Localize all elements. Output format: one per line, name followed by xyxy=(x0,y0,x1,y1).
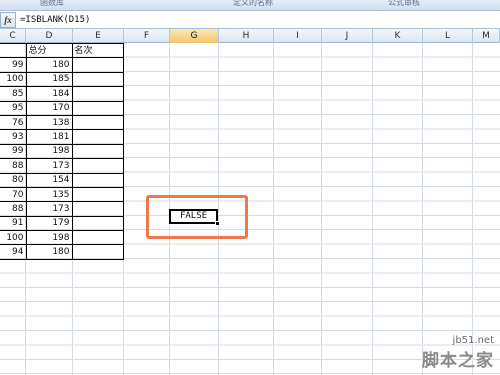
formula-bar: fx =ISBLANK(D15) xyxy=(0,11,500,29)
table-cell[interactable] xyxy=(71,230,124,246)
table-row: 88 173 xyxy=(0,201,124,217)
table-cell[interactable]: 184 xyxy=(25,86,73,102)
table-header-cell[interactable]: 名次 xyxy=(71,42,124,59)
table-row: 93 181 xyxy=(0,129,124,145)
table-row: 70 135 xyxy=(0,186,124,203)
column-header-g[interactable]: G xyxy=(170,29,219,43)
table-row: 94 180 xyxy=(0,244,124,260)
table-cell[interactable]: 88 xyxy=(0,201,27,217)
table-cell[interactable] xyxy=(71,129,124,145)
table-cell[interactable]: 180 xyxy=(25,244,73,260)
table-cell[interactable] xyxy=(71,100,124,116)
column-header-h[interactable]: H xyxy=(219,29,274,43)
table-cell[interactable]: 95 xyxy=(0,100,27,116)
table-cell[interactable] xyxy=(71,57,124,73)
score-table: 总分 名次 99 180 100 185 85 184 95 170 76 138 93 1… xyxy=(0,42,124,260)
table-cell[interactable]: 80 xyxy=(0,172,27,188)
table-row: 80 154 xyxy=(0,172,124,188)
table-cell[interactable]: 170 xyxy=(25,100,73,116)
table-cell[interactable]: 76 xyxy=(0,114,27,131)
table-cell[interactable] xyxy=(71,172,124,188)
insert-function-button[interactable]: fx xyxy=(0,12,16,28)
table-cell[interactable]: 99 xyxy=(0,143,27,160)
table-row: 91 179 xyxy=(0,215,124,232)
table-cell[interactable] xyxy=(71,86,124,102)
table-cell[interactable] xyxy=(71,215,124,232)
table-cell[interactable] xyxy=(71,71,124,88)
ribbon-group-formula-auditing[interactable]: 公式审核 xyxy=(388,0,420,8)
table-cell[interactable]: 198 xyxy=(25,230,73,246)
annotation-highlight-box xyxy=(146,195,248,239)
column-header-row: C D E F G H I J K L M xyxy=(0,29,500,43)
table-header-cell[interactable] xyxy=(0,42,27,59)
watermark-url: jb51.net xyxy=(452,335,494,346)
table-row: 99 198 xyxy=(0,143,124,160)
ribbon-group-function-library[interactable]: 函数库 xyxy=(40,0,64,8)
table-row: 95 170 xyxy=(0,100,124,116)
table-header-row: 总分 名次 xyxy=(0,42,124,59)
table-cell[interactable]: 181 xyxy=(25,129,73,145)
table-cell[interactable]: 198 xyxy=(25,143,73,160)
table-cell[interactable]: 85 xyxy=(0,86,27,102)
table-cell[interactable]: 138 xyxy=(25,114,73,131)
column-header-j[interactable]: J xyxy=(322,29,373,43)
table-cell[interactable]: 173 xyxy=(25,158,73,174)
watermark: jb51.net 脚本之家 xyxy=(422,335,494,371)
ribbon-group-labels: 函数库 定义的名称 公式审核 xyxy=(0,0,500,11)
table-cell[interactable]: 185 xyxy=(25,71,73,88)
table-row: 100 198 xyxy=(0,230,124,246)
ribbon-group-defined-names[interactable]: 定义的名称 xyxy=(233,0,273,8)
table-cell[interactable]: 179 xyxy=(25,215,73,232)
table-cell[interactable] xyxy=(71,158,124,174)
table-row: 99 180 xyxy=(0,57,124,73)
column-header-l[interactable]: L xyxy=(423,29,473,43)
table-cell[interactable]: 94 xyxy=(0,244,27,260)
column-header-f[interactable]: F xyxy=(124,29,170,43)
column-header-i[interactable]: I xyxy=(274,29,322,43)
table-cell[interactable] xyxy=(71,114,124,131)
watermark-brand: 脚本之家 xyxy=(422,351,494,371)
column-header-e[interactable]: E xyxy=(73,29,124,43)
table-cell[interactable]: 93 xyxy=(0,129,27,145)
table-row: 88 173 xyxy=(0,158,124,174)
table-cell[interactable]: 180 xyxy=(25,57,73,73)
table-cell[interactable] xyxy=(71,244,124,260)
table-cell[interactable]: 70 xyxy=(0,186,27,203)
table-row: 85 184 xyxy=(0,86,124,102)
table-row: 100 185 xyxy=(0,71,124,88)
table-cell[interactable]: 91 xyxy=(0,215,27,232)
column-header-c[interactable]: C xyxy=(0,29,26,43)
table-cell[interactable] xyxy=(71,143,124,160)
table-cell[interactable]: 135 xyxy=(25,186,73,203)
column-header-d[interactable]: D xyxy=(26,29,73,43)
table-cell[interactable]: 100 xyxy=(0,71,27,88)
column-header-k[interactable]: K xyxy=(373,29,423,43)
table-header-cell[interactable]: 总分 xyxy=(25,42,73,59)
table-cell[interactable] xyxy=(71,186,124,203)
table-cell[interactable]: 173 xyxy=(25,201,73,217)
column-header-m[interactable]: M xyxy=(473,29,500,43)
table-cell[interactable]: 100 xyxy=(0,230,27,246)
table-cell[interactable]: 99 xyxy=(0,57,27,73)
table-cell[interactable]: 154 xyxy=(25,172,73,188)
formula-input[interactable]: =ISBLANK(D15) xyxy=(19,12,499,28)
table-cell[interactable]: 88 xyxy=(0,158,27,174)
table-row: 76 138 xyxy=(0,114,124,131)
table-cell[interactable] xyxy=(71,201,124,217)
